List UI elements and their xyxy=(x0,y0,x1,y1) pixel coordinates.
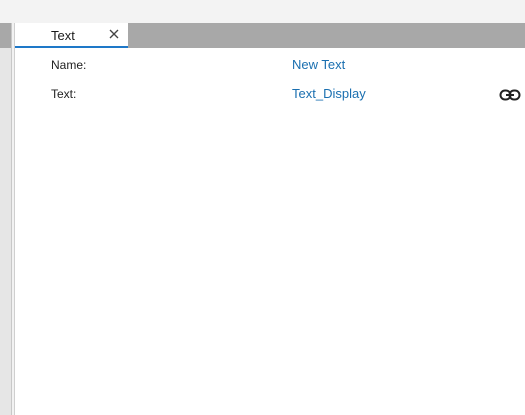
left-panel-edge xyxy=(0,23,11,415)
close-icon[interactable] xyxy=(106,26,122,42)
property-value-text[interactable]: Text_Display xyxy=(292,86,366,101)
tab-label: Text xyxy=(51,28,75,43)
property-label-text: Text: xyxy=(51,87,77,101)
property-value-name[interactable]: New Text xyxy=(292,57,345,72)
tab-strip: Text xyxy=(15,23,525,48)
properties-panel: Text Name: New Text Text: Text_Display xyxy=(14,23,525,415)
property-row-name: Name: New Text xyxy=(15,55,525,75)
property-row-text: Text: Text_Display xyxy=(15,84,525,104)
tab-text[interactable]: Text xyxy=(15,23,128,48)
property-label-name: Name: xyxy=(51,58,87,72)
left-panel-divider[interactable] xyxy=(11,23,12,415)
link-icon[interactable] xyxy=(499,88,521,102)
left-panel-tab-strip xyxy=(0,23,11,48)
top-toolbar-area xyxy=(0,0,525,23)
